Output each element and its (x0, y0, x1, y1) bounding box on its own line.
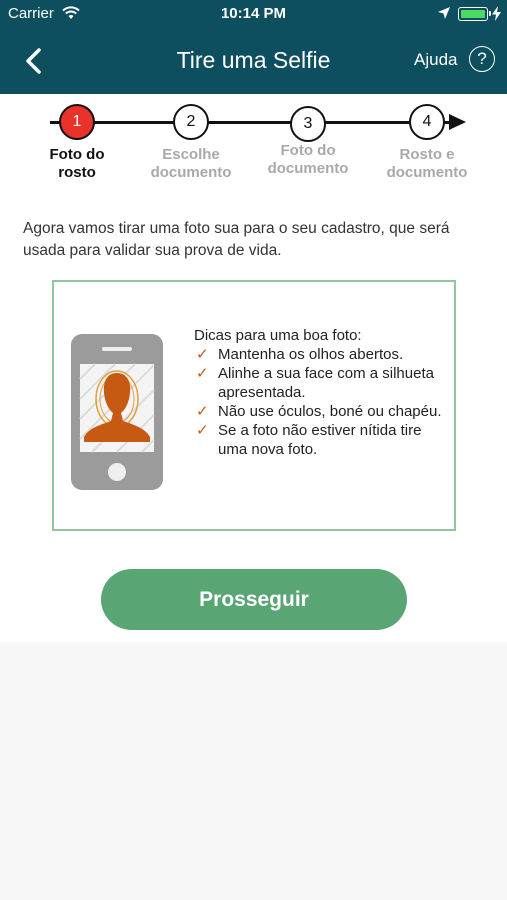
checkmark-icon: ✓ (196, 403, 209, 420)
charging-bolt-icon (492, 6, 501, 25)
step-label: Foto do documento (267, 142, 349, 177)
step-number: 4 (409, 104, 445, 140)
tips-box: Dicas para uma boa foto: ✓ Mantenha os ol… (52, 280, 456, 531)
tip-item: ✓ Mantenha os olhos abertos. (196, 346, 404, 363)
step-document-photo: 3 Foto do documento (248, 104, 368, 178)
battery-icon (458, 7, 491, 21)
intro-text: Agora vamos tirar uma foto sua para o se… (23, 220, 450, 259)
step-number: 3 (290, 106, 326, 142)
tips-title: Dicas para uma boa foto: (194, 327, 362, 344)
tip-item: ✓ Alinhe a sua face com a silhueta aprese… (196, 365, 434, 401)
help-circle-icon[interactable]: ? (469, 46, 495, 72)
step-number: 1 (59, 104, 95, 140)
status-bar: Carrier 10:14 PM (0, 0, 507, 28)
main-content: Agora vamos tirar uma foto sua para o se… (0, 194, 507, 642)
step-label: Escolhe documento (150, 146, 232, 181)
step-number: 2 (173, 104, 209, 140)
tips-list: Dicas para uma boa foto: ✓ Mantenha os ol… (194, 326, 444, 459)
step-label: Rosto e documento (386, 146, 468, 181)
proceed-button[interactable]: Prosseguir (101, 569, 407, 630)
checkmark-icon: ✓ (196, 365, 209, 382)
checkmark-icon: ✓ (196, 346, 209, 363)
status-time: 10:14 PM (220, 5, 287, 22)
navigation-bar: Tire uma Selfie Ajuda ? (0, 28, 507, 94)
checkmark-icon: ✓ (196, 422, 209, 439)
step-choose-document: 2 Escolhe documento (131, 104, 251, 182)
location-arrow-icon (437, 6, 451, 24)
progress-stepper: 1 Foto do rosto 2 Escolhe documento 3 Fo… (0, 94, 507, 194)
tip-item: ✓ Não use óculos, boné ou chapéu. (196, 403, 442, 420)
help-link[interactable]: Ajuda (414, 50, 457, 70)
tip-item: ✓ Se a foto não estiver nítida tire uma n… (196, 422, 422, 458)
step-face-and-document: 4 Rosto e documento (367, 104, 487, 182)
phone-selfie-illustration (70, 333, 164, 491)
step-label: Foto do rosto (49, 146, 105, 181)
step-face-photo: 1 Foto do rosto (17, 104, 137, 182)
